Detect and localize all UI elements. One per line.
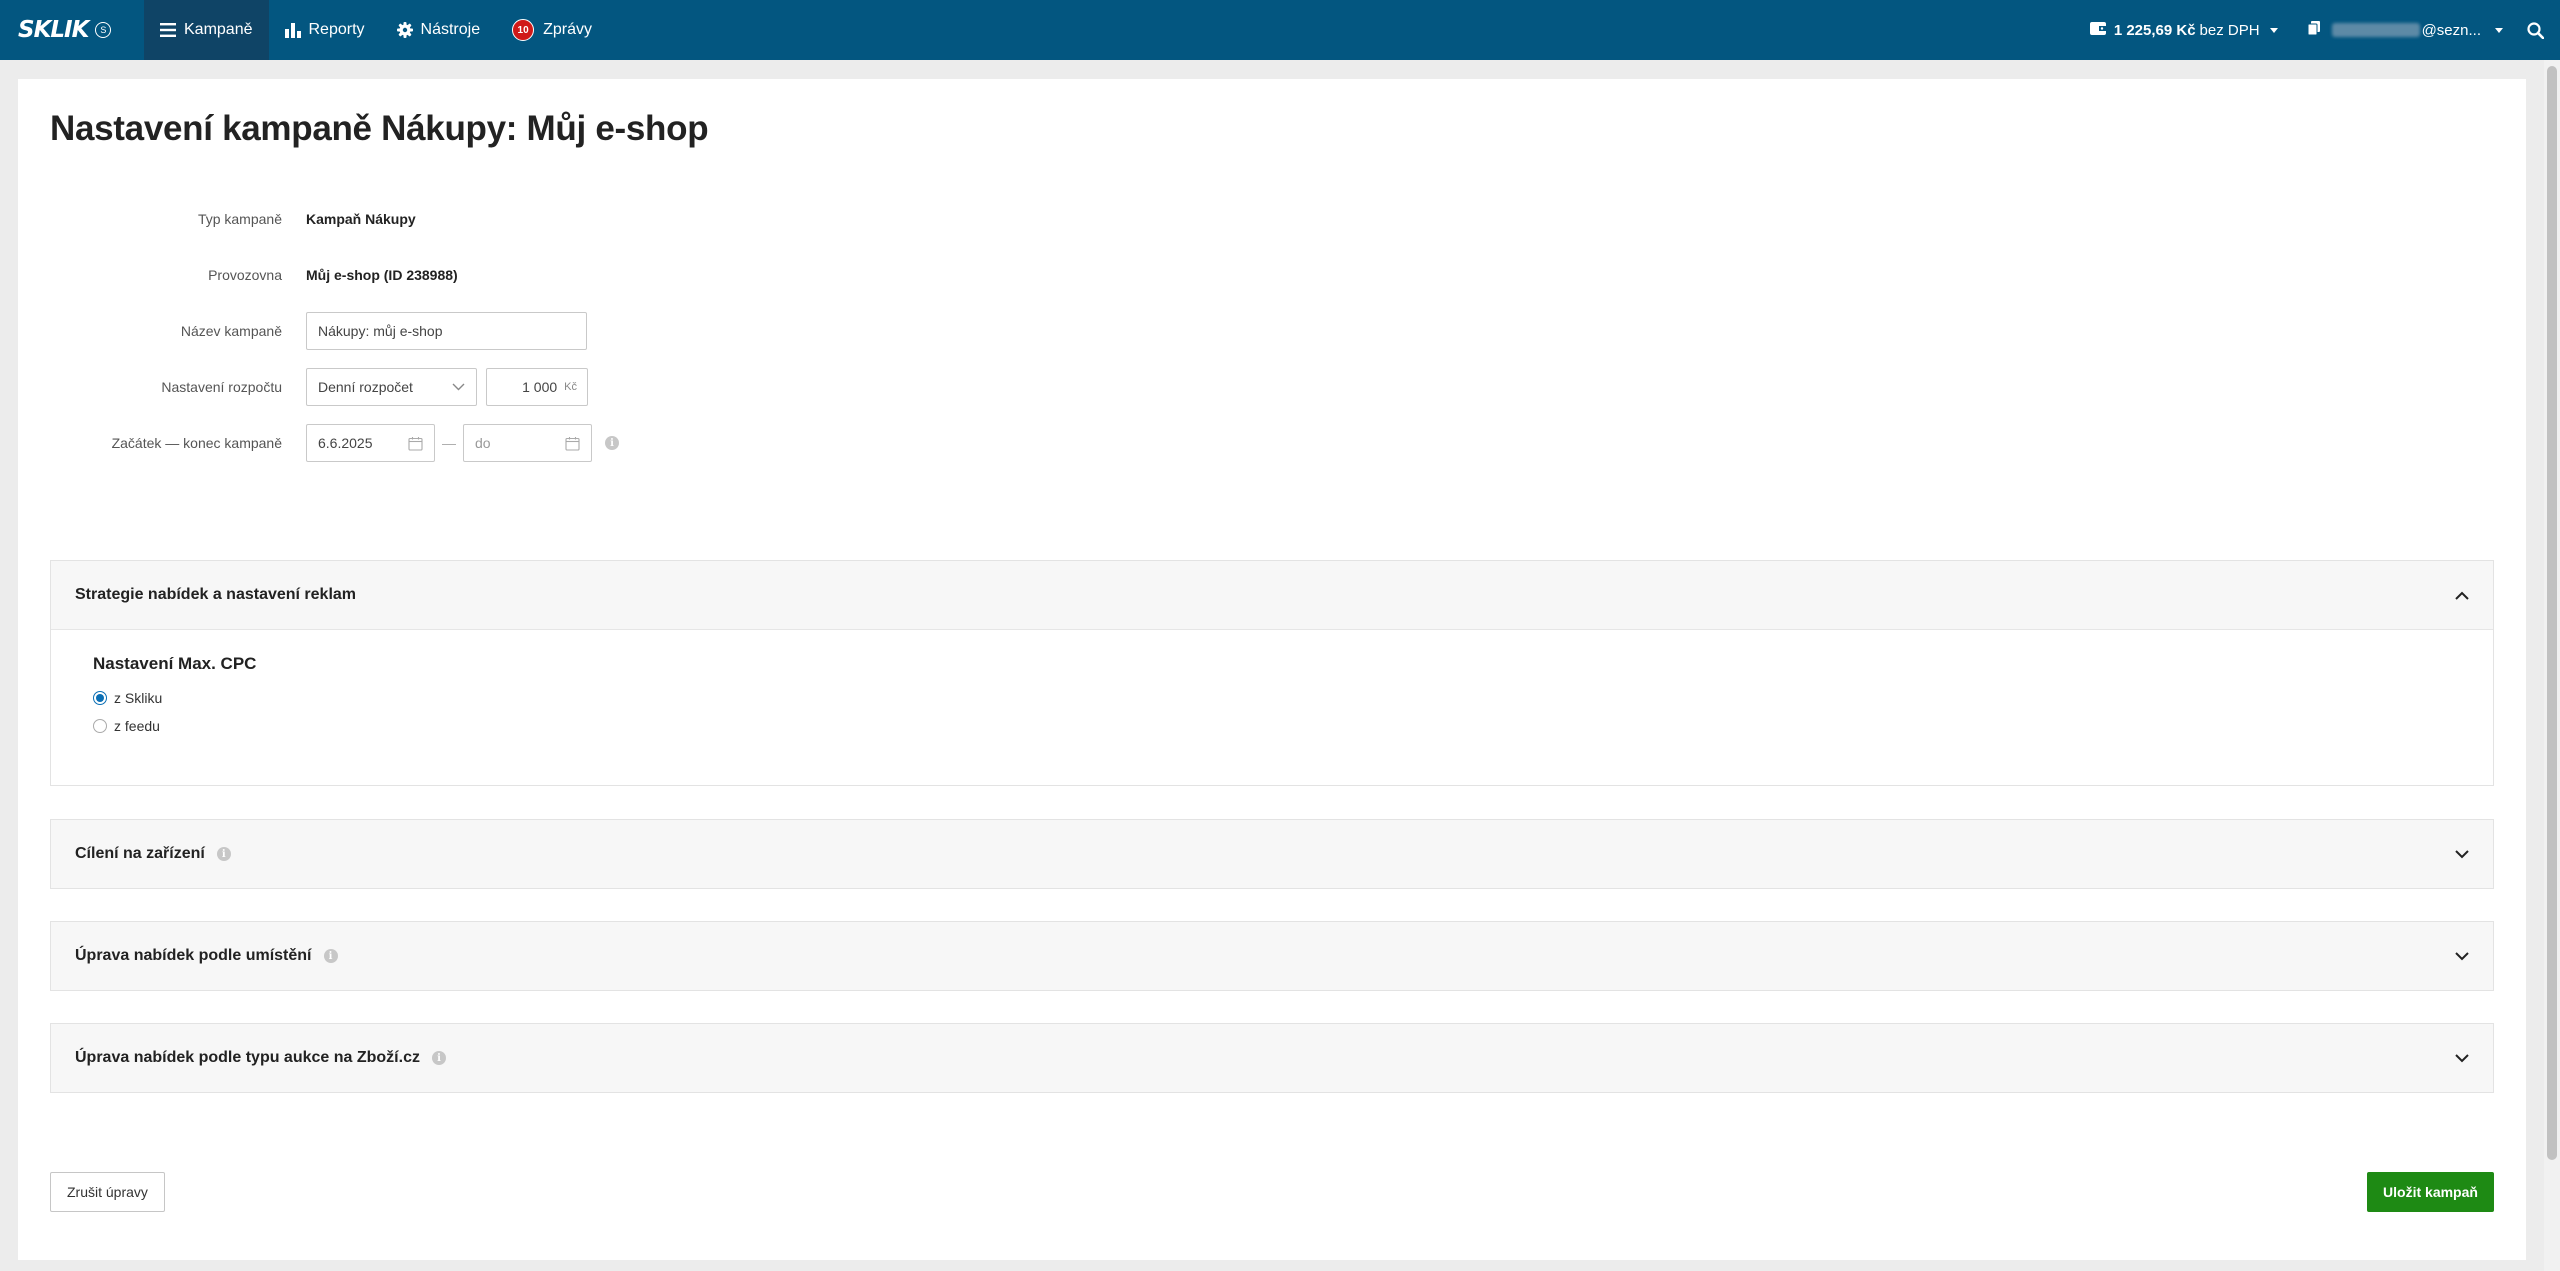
section-body: Nastavení Max. CPC z Skliku z feedu: [51, 629, 2493, 785]
budget-label: Nastavení rozpočtu: [161, 379, 282, 395]
nav-item-tools[interactable]: Nástroje: [381, 0, 497, 60]
radio-label: z Skliku: [114, 690, 163, 706]
scrollbar-thumb[interactable]: [2547, 66, 2557, 1160]
budget-type-select[interactable]: Denní rozpočet: [306, 368, 477, 406]
account-email-blurred: [2331, 23, 2420, 37]
campaign-dates-label: Začátek — konec kampaně: [111, 435, 282, 451]
account-email: @sezn...: [2421, 21, 2481, 39]
section-bidding-strategy: Strategie nabídek a nastavení reklam Nas…: [50, 560, 2494, 786]
campaign-settings-card: Nastavení kampaně Nákupy: Můj e-shop Typ…: [18, 79, 2526, 1260]
radio-checked-icon: [93, 691, 107, 705]
radio-unchecked-icon: [93, 719, 107, 733]
calendar-icon: [565, 436, 580, 451]
end-date-placeholder: do: [475, 435, 491, 451]
section-header[interactable]: Úprava nabídek podle umístění i: [51, 922, 2493, 990]
max-cpc-title: Nastavení Max. CPC: [93, 654, 257, 673]
chevron-down-icon: [2455, 1053, 2469, 1063]
premise-label: Provozovna: [208, 267, 282, 283]
info-icon[interactable]: i: [216, 847, 231, 861]
section-title: Strategie nabídek a nastavení reklam: [75, 586, 357, 603]
campaign-type-row: Typ kampaně Kampaň Nákupy: [18, 199, 416, 239]
radio-option-sklik[interactable]: z Skliku: [93, 684, 2451, 712]
section-header[interactable]: Cílení na zařízení i: [51, 820, 2493, 888]
section-placement-bids: Úprava nabídek podle umístění i: [50, 921, 2494, 991]
chevron-down-icon: [2495, 27, 2503, 33]
sklik-logo[interactable]: SKLIK S: [18, 17, 144, 43]
section-header[interactable]: Strategie nabídek a nastavení reklam: [51, 561, 2493, 629]
radio-label: z feedu: [114, 718, 160, 734]
chevron-down-icon: [2269, 27, 2278, 33]
topbar-right: 1 225,69 Kč bez DPH @sezn...: [2089, 0, 2560, 60]
account-dropdown[interactable]: @sezn...: [2307, 21, 2503, 39]
campaign-name-label: Název kampaně: [180, 323, 282, 339]
section-header[interactable]: Úprava nabídek podle typu aukce na Zboží…: [51, 1024, 2493, 1092]
page-scrollbar[interactable]: [2544, 60, 2560, 1271]
budget-amount-input[interactable]: 1 000 Kč: [486, 368, 588, 406]
section-device-targeting: Cílení na zařízení i: [50, 819, 2494, 889]
premise-row: Provozovna Můj e-shop (ID 238988): [18, 255, 458, 295]
campaign-type-value: Kampaň Nákupy: [306, 211, 416, 227]
credit-dropdown[interactable]: 1 225,69 Kč bez DPH: [2089, 21, 2278, 39]
page-title: Nastavení kampaně Nákupy: Můj e-shop: [50, 109, 709, 148]
nav-item-label: Kampaně: [184, 21, 253, 38]
nav-item-label: Nástroje: [420, 21, 481, 38]
info-icon[interactable]: i: [431, 1051, 446, 1065]
start-date-input[interactable]: 6.6.2025: [306, 424, 435, 462]
chevron-up-icon: [2455, 591, 2469, 600]
calendar-icon: [408, 436, 423, 451]
section-title: Cílení na zařízení: [75, 845, 205, 862]
bar-chart-icon: [284, 22, 301, 38]
nav-item-messages[interactable]: 10 Zprávy: [496, 0, 608, 60]
chevron-down-icon: [452, 383, 465, 391]
chevron-down-icon: [2455, 951, 2469, 961]
menu-icon: [160, 23, 176, 37]
budget-currency: Kč: [564, 381, 577, 393]
section-auction-type-bids: Úprava nabídek podle typu aukce na Zboží…: [50, 1023, 2494, 1093]
end-date-input[interactable]: do: [463, 424, 592, 462]
account-icon: [2307, 21, 2320, 39]
date-separator: —: [442, 435, 456, 451]
campaign-type-label: Typ kampaně: [197, 211, 282, 227]
info-icon[interactable]: i: [605, 436, 619, 450]
radio-option-feed[interactable]: z feedu: [93, 712, 2451, 740]
budget-type-value: Denní rozpočet: [318, 379, 413, 395]
budget-amount-value: 1 000: [522, 379, 558, 395]
credit-suffix: bez DPH: [2199, 21, 2260, 39]
messages-count-badge: 10: [512, 19, 535, 41]
logo-text: SKLIK: [18, 17, 89, 43]
nav-item-reports[interactable]: Reporty: [269, 0, 381, 60]
premise-value: Můj e-shop (ID 238988): [306, 267, 458, 283]
top-navigation-bar: SKLIK S Kampaně Reporty Nástroje 10 Zprá…: [0, 0, 2560, 60]
chevron-down-icon: [2455, 849, 2469, 859]
campaign-name-row: Název kampaně: [18, 311, 587, 351]
campaign-name-input[interactable]: [306, 312, 587, 350]
nav-item-campaigns[interactable]: Kampaně: [144, 0, 269, 60]
save-campaign-button[interactable]: Uložit kampaň: [2367, 1172, 2494, 1212]
search-icon[interactable]: [2527, 21, 2544, 39]
cancel-button[interactable]: Zrušit úpravy: [50, 1172, 165, 1212]
logo-badge-icon: S: [95, 22, 112, 38]
nav-item-label: Reporty: [308, 21, 365, 38]
campaign-dates-row: Začátek — konec kampaně 6.6.2025 — do i: [18, 423, 619, 463]
section-title: Úprava nabídek podle typu aukce na Zboží…: [75, 1049, 420, 1066]
gear-icon: [396, 22, 413, 38]
section-title: Úprava nabídek podle umístění: [75, 947, 312, 964]
wallet-icon: [2089, 21, 2106, 39]
nav-item-label: Zprávy: [543, 21, 593, 38]
credit-amount: 1 225,69 Kč: [2113, 21, 2196, 39]
budget-row: Nastavení rozpočtu Denní rozpočet 1 000 …: [18, 367, 588, 407]
start-date-value: 6.6.2025: [318, 435, 373, 451]
info-icon[interactable]: i: [323, 949, 338, 963]
